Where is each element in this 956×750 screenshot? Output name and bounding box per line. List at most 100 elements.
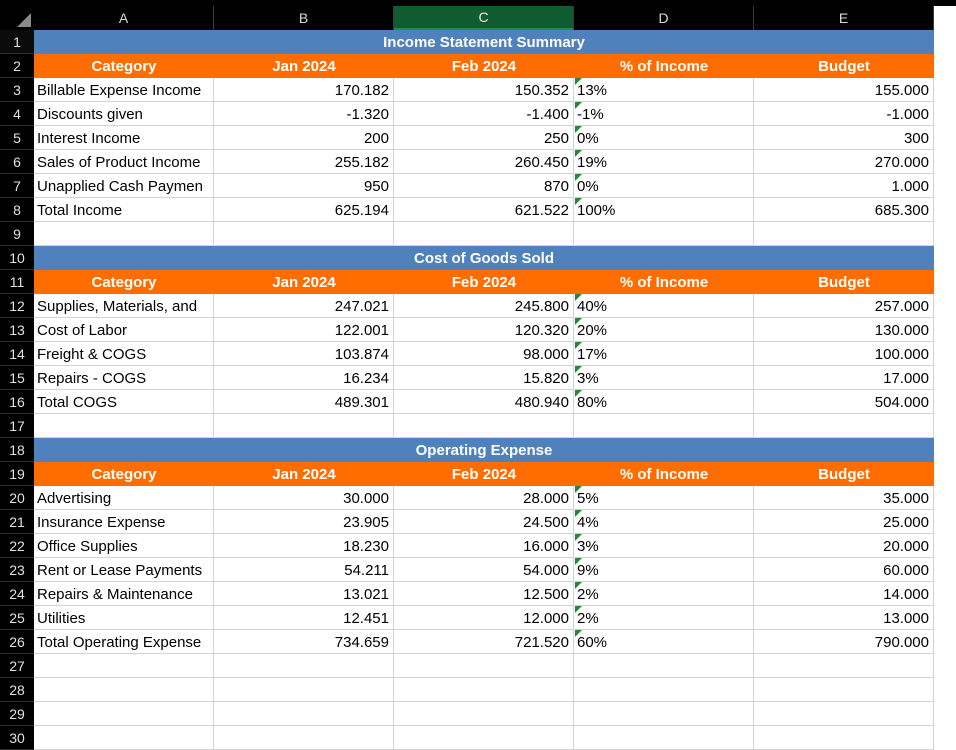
value-cell[interactable]: 200 (214, 126, 394, 150)
percent-cell[interactable]: 19% (574, 150, 754, 174)
empty-cell[interactable] (214, 678, 394, 702)
value-cell[interactable]: 504.000 (754, 390, 934, 414)
column-label[interactable]: % of Income (574, 462, 754, 486)
category-cell[interactable]: Repairs & Maintenance (34, 582, 214, 606)
category-cell[interactable]: Cost of Labor (34, 318, 214, 342)
row-header-15[interactable]: 15 (0, 366, 34, 390)
percent-cell[interactable]: 80% (574, 390, 754, 414)
column-header-e[interactable]: E (754, 6, 934, 30)
value-cell[interactable]: 170.182 (214, 78, 394, 102)
value-cell[interactable]: 150.352 (394, 78, 574, 102)
category-cell[interactable]: Advertising (34, 486, 214, 510)
empty-cell[interactable] (214, 702, 394, 726)
value-cell[interactable]: 98.000 (394, 342, 574, 366)
value-cell[interactable]: 12.000 (394, 606, 574, 630)
column-header-a[interactable]: A (34, 6, 214, 30)
empty-cell[interactable] (34, 414, 214, 438)
empty-cell[interactable] (394, 414, 574, 438)
value-cell[interactable]: 25.000 (754, 510, 934, 534)
column-label[interactable]: % of Income (574, 270, 754, 294)
value-cell[interactable]: 13.021 (214, 582, 394, 606)
percent-cell[interactable]: 2% (574, 582, 754, 606)
value-cell[interactable]: 250 (394, 126, 574, 150)
category-cell[interactable]: Utilities (34, 606, 214, 630)
value-cell[interactable]: 155.000 (754, 78, 934, 102)
category-cell[interactable]: Interest Income (34, 126, 214, 150)
column-label[interactable]: Category (34, 270, 214, 294)
value-cell[interactable]: 130.000 (754, 318, 934, 342)
column-label[interactable]: Feb 2024 (394, 54, 574, 78)
column-label[interactable]: Category (34, 54, 214, 78)
value-cell[interactable]: 30.000 (214, 486, 394, 510)
value-cell[interactable]: 870 (394, 174, 574, 198)
row-header-30[interactable]: 30 (0, 726, 34, 750)
value-cell[interactable]: 721.520 (394, 630, 574, 654)
column-header-c[interactable]: C (394, 6, 574, 30)
value-cell[interactable]: 790.000 (754, 630, 934, 654)
value-cell[interactable]: 260.450 (394, 150, 574, 174)
value-cell[interactable]: -1.000 (754, 102, 934, 126)
value-cell[interactable]: 13.000 (754, 606, 934, 630)
value-cell[interactable]: 15.820 (394, 366, 574, 390)
empty-cell[interactable] (574, 222, 754, 246)
column-label[interactable]: Budget (754, 270, 934, 294)
category-cell[interactable]: Total COGS (34, 390, 214, 414)
column-header-b[interactable]: B (214, 6, 394, 30)
empty-cell[interactable] (34, 726, 214, 750)
empty-cell[interactable] (214, 222, 394, 246)
empty-cell[interactable] (574, 702, 754, 726)
value-cell[interactable]: 480.940 (394, 390, 574, 414)
select-all-corner[interactable] (0, 6, 34, 30)
empty-cell[interactable] (754, 414, 934, 438)
percent-cell[interactable]: 13% (574, 78, 754, 102)
empty-cell[interactable] (754, 678, 934, 702)
percent-cell[interactable]: 0% (574, 174, 754, 198)
value-cell[interactable]: 685.300 (754, 198, 934, 222)
column-label[interactable]: Category (34, 462, 214, 486)
row-header-12[interactable]: 12 (0, 294, 34, 318)
column-header-d[interactable]: D (574, 6, 754, 30)
percent-cell[interactable]: 100% (574, 198, 754, 222)
empty-cell[interactable] (754, 654, 934, 678)
empty-cell[interactable] (394, 678, 574, 702)
row-header-8[interactable]: 8 (0, 198, 34, 222)
value-cell[interactable]: 100.000 (754, 342, 934, 366)
empty-cell[interactable] (574, 654, 754, 678)
row-header-2[interactable]: 2 (0, 54, 34, 78)
value-cell[interactable]: 122.001 (214, 318, 394, 342)
row-header-4[interactable]: 4 (0, 102, 34, 126)
value-cell[interactable]: 23.905 (214, 510, 394, 534)
percent-cell[interactable]: 4% (574, 510, 754, 534)
row-header-11[interactable]: 11 (0, 270, 34, 294)
percent-cell[interactable]: 3% (574, 534, 754, 558)
value-cell[interactable]: 625.194 (214, 198, 394, 222)
row-header-7[interactable]: 7 (0, 174, 34, 198)
value-cell[interactable]: 257.000 (754, 294, 934, 318)
value-cell[interactable]: 24.500 (394, 510, 574, 534)
row-header-24[interactable]: 24 (0, 582, 34, 606)
row-header-10[interactable]: 10 (0, 246, 34, 270)
column-label[interactable]: Feb 2024 (394, 462, 574, 486)
column-label[interactable]: % of Income (574, 54, 754, 78)
row-header-6[interactable]: 6 (0, 150, 34, 174)
category-cell[interactable]: Rent or Lease Payments (34, 558, 214, 582)
row-header-13[interactable]: 13 (0, 318, 34, 342)
value-cell[interactable]: 35.000 (754, 486, 934, 510)
category-cell[interactable]: Supplies, Materials, and (34, 294, 214, 318)
value-cell[interactable]: 734.659 (214, 630, 394, 654)
row-header-20[interactable]: 20 (0, 486, 34, 510)
column-label[interactable]: Budget (754, 462, 934, 486)
value-cell[interactable]: 489.301 (214, 390, 394, 414)
value-cell[interactable]: 17.000 (754, 366, 934, 390)
row-header-5[interactable]: 5 (0, 126, 34, 150)
section-title[interactable]: Income Statement Summary (34, 30, 934, 54)
section-title[interactable]: Operating Expense (34, 438, 934, 462)
percent-cell[interactable]: 0% (574, 126, 754, 150)
empty-cell[interactable] (214, 414, 394, 438)
value-cell[interactable]: 950 (214, 174, 394, 198)
empty-cell[interactable] (394, 726, 574, 750)
row-header-27[interactable]: 27 (0, 654, 34, 678)
row-header-16[interactable]: 16 (0, 390, 34, 414)
percent-cell[interactable]: 2% (574, 606, 754, 630)
empty-cell[interactable] (214, 654, 394, 678)
